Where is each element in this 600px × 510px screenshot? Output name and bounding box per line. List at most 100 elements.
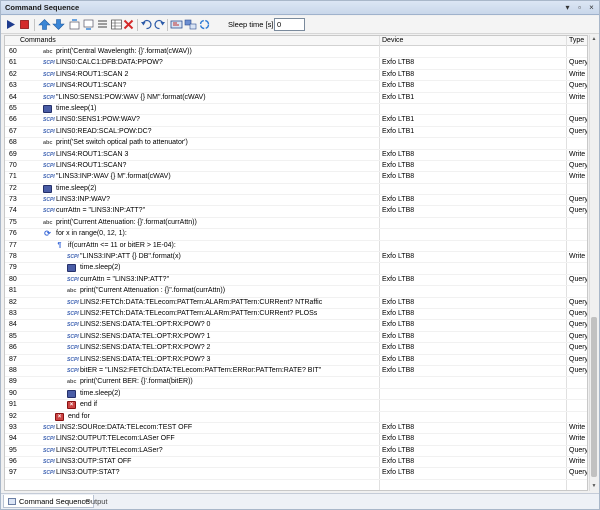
table-row[interactable]: 61 SCPI LINS0:CALC1:DFB:DATA:PPOW? Exfo LTB…	[5, 58, 587, 70]
table-row[interactable]: 82 SCPI LINS2:FETCh:DATA:TELecom:PATTern:A…	[5, 298, 587, 309]
type-cell: Query	[569, 161, 588, 169]
command-text: LINS3:OUTP:STAT OFF	[56, 458, 132, 466]
table-row[interactable]: 93 SCPI LINS2:SOURce:DATA:TELecom:TEST OFF…	[5, 423, 587, 435]
table-row[interactable]: 72 time.sleep(2)	[5, 184, 587, 196]
table-row[interactable]: 60 abc print('Central Wavelength: {}'.form…	[5, 47, 587, 59]
insert-below-button[interactable]	[82, 18, 95, 31]
table-row[interactable]: 71 SCPI "LINS3:INP:WAV {} M".format(cWAV) E…	[5, 172, 587, 184]
command-text: print('Current Attenuation: {}'.format(c…	[56, 218, 197, 226]
table-row[interactable]: 79 time.sleep(2)	[5, 263, 587, 275]
table-row[interactable]: 86 SCPI LINS2:SENS:DATA:TEL:OPT:RX:POW? 2 E…	[5, 343, 587, 355]
type-cell: Write	[569, 423, 586, 431]
table-row[interactable]: 94 SCPI LINS2:OUTPUT:TELecom:LASer OFF Exfo…	[5, 434, 587, 446]
connect-button[interactable]	[184, 18, 197, 31]
table-row[interactable]: 70 SCPI LINS4:ROUT1:SCAN? Exfo LTB8 Query	[5, 161, 588, 173]
sleep-time-input[interactable]	[274, 18, 305, 31]
command-text: "LINS3:INP:ATT {} DB".format(x)	[80, 253, 181, 261]
sequence-icon	[8, 498, 16, 505]
run-button[interactable]	[4, 18, 17, 31]
command-text: LINS0:READ:SCAL:POW:DC?	[56, 127, 152, 135]
dropdown-icon[interactable]: ▾	[562, 2, 573, 13]
device-column-header[interactable]: Device	[382, 37, 403, 44]
type-cell: Write	[569, 150, 586, 158]
delete-button[interactable]	[122, 18, 135, 31]
commands-column-header[interactable]: Commands	[20, 37, 56, 44]
insert-above-button[interactable]	[68, 18, 81, 31]
row-number: 88	[9, 366, 17, 374]
table-row[interactable]: 77 ¶ if(currAttn <= 11 or bitER > 1E-04):	[5, 241, 587, 253]
table-row[interactable]: 69 SCPI LINS4:ROUT1:SCAN 3 Exfo LTB8 Write	[5, 150, 587, 161]
sleep-time-label: Sleep time [s]:	[228, 20, 276, 29]
table-row[interactable]: 87 SCPI LINS2:SENS:DATA:TEL:OPT:RX:POW? 3 E…	[5, 355, 587, 366]
scpi-icon: SCPI	[67, 310, 79, 317]
table-row[interactable]: 80 SCPI currAttn = "LINS3:INP:ATT?" Exfo LT…	[5, 275, 587, 287]
table-row[interactable]: 97 SCPI LINS3:OUTP:STAT? Exfo LTB8 Query	[5, 468, 587, 480]
table-row[interactable]: 65 time.sleep(1)	[5, 104, 587, 116]
scroll-up-icon[interactable]: ▲	[590, 35, 598, 44]
scpi-icon: SCPI	[67, 254, 79, 261]
sleep-icon	[67, 264, 76, 273]
type-cell: Write	[569, 253, 586, 261]
type-cell: Query	[569, 332, 588, 340]
table-row[interactable]: 85 SCPI LINS2:SENS:DATA:TEL:OPT:RX:POW? 1 E…	[5, 332, 588, 344]
print-icon: abc	[43, 140, 53, 147]
table-row[interactable]: 96 SCPI LINS3:OUTP:STAT OFF Exfo LTB8 Write	[5, 457, 587, 469]
table-row[interactable]: 73 SCPI LINS3:INP:WAV? Exfo LTB8 Query	[5, 195, 587, 207]
table-row[interactable]: 63 SCPI LINS4:ROUT1:SCAN? Exfo LTB8 Query	[5, 81, 587, 93]
table-row[interactable]: 67 SCPI LINS0:READ:SCAL:POW:DC? Exfo LTB1 Qu…	[5, 127, 587, 139]
row-number: 64	[9, 93, 17, 101]
undo-button[interactable]	[140, 18, 153, 31]
row-number: 79	[9, 264, 17, 272]
stop-button[interactable]	[18, 18, 31, 31]
redo-button[interactable]	[153, 18, 166, 31]
close-icon[interactable]: ×	[586, 2, 597, 13]
table-row[interactable]: 95 SCPI LINS2:OUTPUT:TELecom:LASer? Exfo LT…	[5, 446, 587, 458]
scpi-icon: SCPI	[43, 208, 55, 215]
table-row[interactable]: 75 abc print('Current Attenuation: {}'.for…	[5, 218, 587, 230]
command-text: LINS0:SENS1:POW:WAV?	[56, 116, 140, 124]
type-column-header[interactable]: Type	[569, 37, 584, 44]
command-text: print('Current BER: {}'.format(bitER))	[80, 378, 193, 386]
iff-icon: ¶	[57, 241, 62, 249]
command-text: for x in range(0, 12, 1):	[56, 230, 127, 238]
table-row[interactable]: 81 abc print("Current Attenuation : {}".fo…	[5, 286, 587, 298]
scrollbar-thumb[interactable]	[591, 317, 597, 477]
command-text: "LINS0:SENS1:POW:WAV {} NM".format(cWAV)	[56, 93, 206, 101]
sleep-icon	[43, 184, 52, 193]
command-text: LINS2:OUTPUT:TELecom:LASer?	[56, 446, 163, 454]
move-up-button[interactable]	[38, 18, 51, 31]
end-icon: ×	[67, 401, 76, 410]
list-button[interactable]	[96, 18, 109, 31]
table-row[interactable]: 90 time.sleep(2)	[5, 389, 587, 401]
scpi-icon: SCPI	[43, 447, 55, 454]
pin-icon[interactable]: ▫	[574, 2, 585, 13]
row-number: 60	[9, 48, 17, 55]
table-row[interactable]: 76 ⟳ for x in range(0, 12, 1):	[5, 229, 587, 241]
table-row[interactable]: 91 × end if	[5, 400, 587, 412]
command-text: end if	[80, 401, 98, 409]
table-row[interactable]: 64 SCPI "LINS0:SENS1:POW:WAV {} NM".format…	[5, 93, 587, 104]
row-number: 62	[9, 70, 17, 78]
instrument-button[interactable]	[170, 18, 183, 31]
table-row[interactable]: 62 SCPI LINS4:ROUT1:SCAN 2 Exfo LTB8 Write	[5, 70, 587, 82]
refresh-button[interactable]	[198, 18, 211, 31]
table-row[interactable]: 92 × end for	[5, 412, 587, 423]
device-cell: Exfo LTB8	[382, 332, 415, 340]
table-row[interactable]: 83 SCPI LINS2:FETCh:DATA:TELecom:PATTern:A…	[5, 309, 587, 321]
scroll-down-icon[interactable]: ▼	[590, 482, 598, 491]
command-text: print('Central Wavelength: {}'.format(cW…	[56, 48, 192, 55]
command-text: time.sleep(2)	[80, 264, 121, 272]
tab-output[interactable]: Output	[81, 495, 112, 508]
type-cell: Query	[569, 116, 588, 124]
table-row[interactable]: 89 abc print('Current BER: {}'.format(bitE…	[5, 377, 587, 389]
vertical-scrollbar[interactable]: ▲ ▼	[589, 35, 598, 491]
tab-label: Output	[85, 497, 108, 506]
move-down-button[interactable]	[52, 18, 65, 31]
table-row[interactable]: 66 SCPI LINS0:SENS1:POW:WAV? Exfo LTB1 Query	[5, 115, 588, 127]
table-row[interactable]: 88 SCPI bitER = "LINS2:FETCh:DATA:TELecom:…	[5, 366, 587, 378]
device-cell: Exfo LTB8	[382, 469, 415, 477]
table-row[interactable]: 74 SCPI currAttn = "LINS3:INP:ATT?" Exfo LT…	[5, 206, 587, 218]
table-row[interactable]: 68 abc print('Set switch optical path to a…	[5, 138, 587, 150]
table-row[interactable]: 84 SCPI LINS2:SENS:DATA:TEL:OPT:RX:POW? 0 E…	[5, 320, 587, 332]
table-row[interactable]: 78 SCPI "LINS3:INP:ATT {} DB".format(x) Exf…	[5, 252, 587, 264]
